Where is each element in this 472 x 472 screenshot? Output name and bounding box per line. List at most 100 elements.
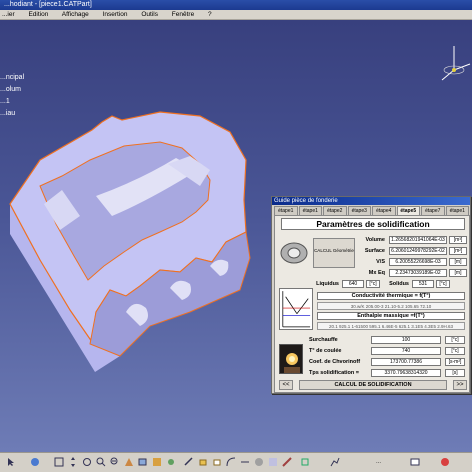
geometry-calc-group: CALCUL Géométrie <box>279 234 357 274</box>
sketch-icon[interactable] <box>184 457 194 467</box>
normal-view-icon[interactable] <box>124 457 134 467</box>
field-label: Volume <box>365 237 385 243</box>
menu-bar: ...ier Edition Affichage Insertion Outil… <box>0 10 472 20</box>
unit-label: [°c] <box>436 280 450 288</box>
liquidus-solidus-row: Liquidus 640 [°c] Solidus 531 [°c] <box>315 280 465 288</box>
tab-etape[interactable]: étape3 <box>347 206 371 215</box>
field-label: Surface <box>364 248 385 254</box>
dialog-tabs: étape1 étape1 étape2 étape3 étape4 étape… <box>274 206 470 215</box>
unit-label: [s-m²] <box>445 358 465 366</box>
field-surface: Surface 6.20601249978292E-02 [m²] <box>359 247 469 255</box>
field-vs: V/S 6.20055226698E-03 [m] <box>359 258 469 266</box>
solidus-value[interactable]: 531 <box>412 280 434 288</box>
param-surchauffe: Surchauffe 100 [°c] <box>309 336 467 344</box>
menu-help[interactable]: ? <box>208 11 212 18</box>
conductivity-values[interactable]: 30.w/K 205.00-3 21.10-5.2 105.65 72.10 <box>317 302 465 310</box>
tab-etape[interactable]: étape1 <box>298 206 322 215</box>
unit-label: [m²] <box>449 247 467 255</box>
field-volume: Volume 1.26568201941064E-03 [m³] <box>359 236 469 244</box>
menu-edition[interactable]: Edition <box>28 11 48 18</box>
enthalpy-values[interactable]: 20.1 925.1 1-61500 595.1 6.46E-5 625.1 3… <box>317 322 465 330</box>
field-label: Mx Eq <box>368 270 385 276</box>
hide-show-icon[interactable] <box>166 457 176 467</box>
foundry-guide-dialog: Guide pièce de fonderie étape1 étape1 ét… <box>271 196 471 394</box>
param-label: T° de coulée <box>309 348 342 354</box>
fillet-icon[interactable] <box>226 457 236 467</box>
measure-item-icon[interactable] <box>268 457 278 467</box>
menu-fenetre[interactable]: Fenêtre <box>172 11 194 18</box>
tab-etape[interactable]: étape4 <box>372 206 396 215</box>
tab-etape[interactable]: étape2 <box>323 206 347 215</box>
surchauffe-value[interactable]: 100 <box>371 336 441 344</box>
param-solidification-time: Tps solidification = 3370.79638314320 [s… <box>309 369 467 377</box>
status-text: ... <box>376 459 382 465</box>
calc-geometry-button[interactable]: CALCUL Géométrie <box>313 238 355 268</box>
liquidus-value[interactable]: 640 <box>342 280 364 288</box>
part-thumbnail-icon <box>280 242 308 264</box>
prev-button[interactable]: << <box>279 380 293 390</box>
enthalpy-label: Enthalpie massique =f(T°) <box>317 312 465 320</box>
solidification-time-value[interactable]: 3370.79638314320 <box>371 369 441 377</box>
fly-icon[interactable] <box>30 457 40 467</box>
bottom-toolbar: ... <box>0 452 472 472</box>
unit-label: [m] <box>449 258 467 266</box>
unit-label: [m] <box>449 269 467 277</box>
pouring-photo <box>279 344 303 374</box>
param-label: Tps solidification = <box>309 370 359 376</box>
measure-icon[interactable] <box>240 457 250 467</box>
shading-icon[interactable] <box>152 457 162 467</box>
zoom-out-icon[interactable] <box>110 457 120 467</box>
param-label: Surchauffe <box>309 337 338 343</box>
analysis-icon[interactable] <box>330 457 340 467</box>
window-title: ...hodiant - [piece1.CATPart] <box>4 1 92 8</box>
unit-label: [s] <box>445 369 465 377</box>
panel-title: Paramètres de solidification <box>281 218 465 230</box>
solidification-calc-button[interactable]: CALCUL DE SOLIDIFICATION <box>299 380 447 390</box>
menu-affichage[interactable]: Affichage <box>62 11 89 18</box>
power-input-icon[interactable] <box>410 457 420 467</box>
constraint-icon[interactable] <box>300 457 310 467</box>
views-icon[interactable] <box>138 457 148 467</box>
tab-etape[interactable]: étape1 <box>445 206 469 215</box>
apply-material-icon[interactable] <box>282 457 292 467</box>
unit-label: [°c] <box>445 347 465 355</box>
liquidus-label: Liquidus <box>316 281 339 287</box>
menu-outils[interactable]: Outils <box>141 11 158 18</box>
dialog-footer: << CALCUL DE SOLIDIFICATION >> <box>279 380 467 390</box>
unit-label: [m³] <box>449 236 467 244</box>
unit-label: [°c] <box>366 280 380 288</box>
menu-insertion[interactable]: Insertion <box>103 11 128 18</box>
coulee-value[interactable]: 740 <box>371 347 441 355</box>
field-mxeq: Mx Eq 2.23473039189E-02 [m] <box>359 269 469 277</box>
solidification-panel: Paramètres de solidification CALCUL Géom… <box>274 215 470 393</box>
field-label: V/S <box>376 259 385 265</box>
dialog-title: Guide pièce de fonderie <box>272 197 470 205</box>
menu-file[interactable]: ...ier <box>2 11 15 18</box>
param-coulee: T° de coulée 740 [°c] <box>309 347 467 355</box>
phase-diagram <box>279 288 313 330</box>
param-chvorinoff: Coef. de Chvorinoff 173700.77386 [s-m²] <box>309 358 467 366</box>
zoom-in-icon[interactable] <box>96 457 106 467</box>
chvorinoff-value[interactable]: 173700.77386 <box>371 358 441 366</box>
conductivity-label: Conductivité thermique = f(T°) <box>317 292 465 300</box>
solidus-label: Solidus <box>389 281 409 287</box>
next-button[interactable]: >> <box>453 380 467 390</box>
fit-all-icon[interactable] <box>54 457 64 467</box>
window-title-bar: ...hodiant - [piece1.CATPart] <box>0 0 472 10</box>
pan-icon[interactable] <box>68 457 78 467</box>
param-label: Coef. de Chvorinoff <box>309 359 361 365</box>
surface-value[interactable]: 6.20601249978292E-02 <box>389 247 447 255</box>
vs-value[interactable]: 6.20055226698E-03 <box>389 258 447 266</box>
rotate-icon[interactable] <box>82 457 92 467</box>
pad-icon[interactable] <box>198 457 208 467</box>
mxeq-value[interactable]: 2.23473039189E-02 <box>389 269 447 277</box>
pocket-icon[interactable] <box>212 457 222 467</box>
volume-value[interactable]: 1.26568201941064E-03 <box>389 236 447 244</box>
unit-label: [°c] <box>445 336 465 344</box>
material-icon[interactable] <box>254 457 264 467</box>
tab-etape[interactable]: étape7 <box>421 206 445 215</box>
tab-etape-active[interactable]: étape5 <box>396 206 420 215</box>
tab-etape[interactable]: étape1 <box>274 206 298 215</box>
select-icon[interactable] <box>6 457 16 467</box>
stop-icon[interactable] <box>440 457 450 467</box>
